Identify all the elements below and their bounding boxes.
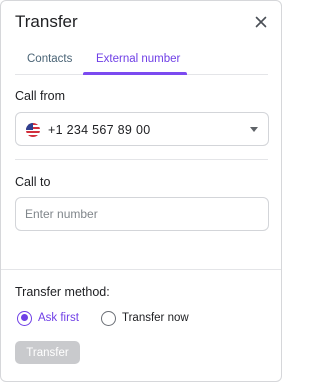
transfer-method-label: Transfer method: xyxy=(15,285,110,299)
transfer-button[interactable]: Transfer xyxy=(15,341,80,364)
active-tab-indicator xyxy=(83,72,187,75)
radio-unchecked-icon xyxy=(101,310,116,326)
radio-transfer-now[interactable]: Transfer now xyxy=(101,309,189,327)
radio-ask-first-label: Ask first xyxy=(38,312,79,324)
dialog-title: Transfer xyxy=(15,12,78,31)
call-from-label: Call from xyxy=(15,89,66,103)
radio-checked-icon xyxy=(17,310,32,326)
section-divider xyxy=(1,269,281,270)
us-flag-icon xyxy=(26,123,40,137)
tab-external-number[interactable]: External number xyxy=(96,53,180,65)
tab-contacts[interactable]: Contacts xyxy=(27,53,72,65)
radio-ask-first[interactable]: Ask first xyxy=(17,309,79,327)
call-from-select[interactable]: +1 234 567 89 00 xyxy=(15,112,269,146)
close-icon[interactable] xyxy=(253,14,269,30)
call-to-label: Call to xyxy=(15,175,51,189)
call-from-value: +1 234 567 89 00 xyxy=(48,123,151,137)
caret-down-icon xyxy=(250,127,258,132)
radio-transfer-now-label: Transfer now xyxy=(122,312,189,324)
call-to-input[interactable] xyxy=(15,197,269,231)
tab-bar: Contacts External number xyxy=(15,47,268,75)
section-divider xyxy=(15,159,268,160)
transfer-dialog: Transfer Contacts External number Call f… xyxy=(0,0,282,382)
